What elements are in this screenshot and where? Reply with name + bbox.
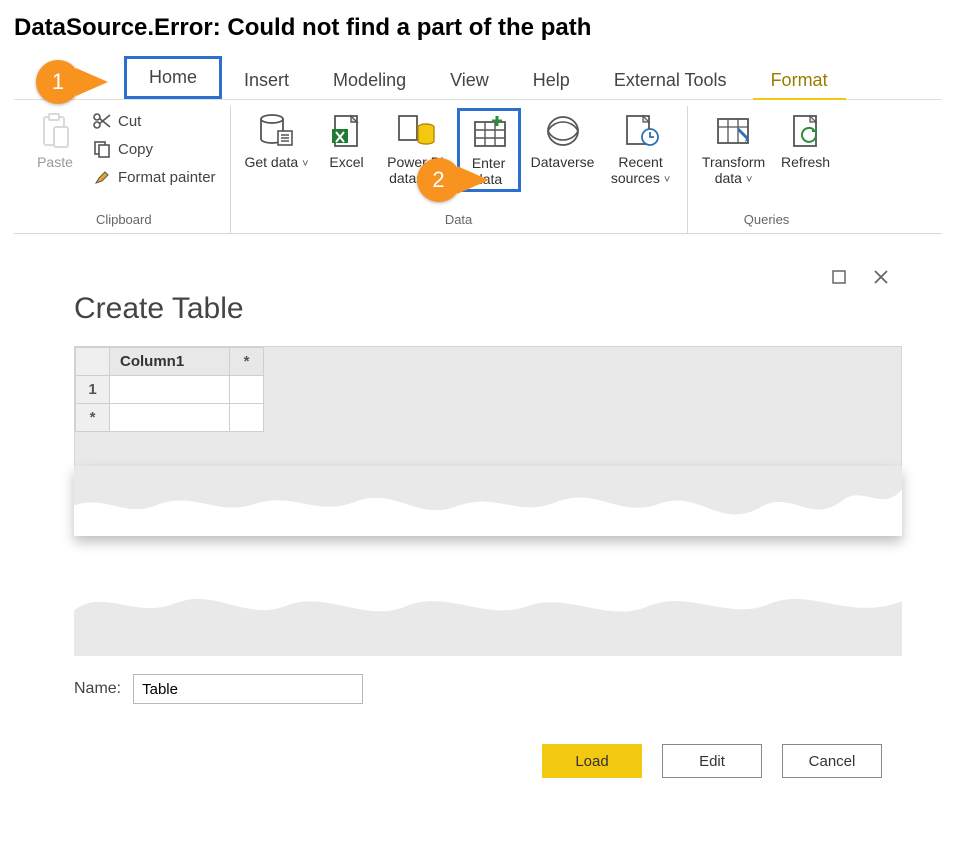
refresh-label: Refresh bbox=[781, 154, 830, 170]
cell-new-row[interactable] bbox=[110, 404, 230, 432]
corner-cell bbox=[76, 348, 110, 376]
tab-external-tools[interactable]: External Tools bbox=[592, 62, 749, 99]
cell-new-add bbox=[230, 404, 264, 432]
row-header-1: 1 bbox=[76, 376, 110, 404]
paintbrush-icon bbox=[92, 168, 112, 186]
torn-edge-top bbox=[74, 466, 902, 536]
tab-view[interactable]: View bbox=[428, 62, 511, 99]
paste-label: Paste bbox=[37, 154, 73, 170]
copy-label: Copy bbox=[118, 141, 153, 158]
maximize-button[interactable] bbox=[830, 268, 848, 286]
page-heading: DataSource.Error: Could not find a part … bbox=[14, 14, 942, 42]
callout-1: 1 bbox=[36, 60, 108, 104]
torn-edge-bottom bbox=[74, 576, 902, 656]
callout-2-bubble: 2 bbox=[417, 158, 461, 202]
name-label: Name: bbox=[74, 680, 121, 698]
transform-data-button[interactable]: Transform data bbox=[698, 108, 770, 187]
tab-home[interactable]: Home bbox=[124, 56, 222, 99]
tab-format[interactable]: Format bbox=[749, 62, 850, 99]
format-painter-label: Format painter bbox=[118, 169, 216, 186]
database-icon bbox=[257, 112, 297, 150]
ribbon-tabs: Home Insert Modeling View Help External … bbox=[14, 60, 942, 100]
group-data: 2 Get data Excel bbox=[231, 106, 688, 233]
group-clipboard-title: Clipboard bbox=[96, 208, 152, 233]
group-queries-title: Queries bbox=[744, 208, 790, 233]
callout-2: 2 bbox=[417, 158, 489, 202]
tab-insert[interactable]: Insert bbox=[222, 62, 311, 99]
paste-button[interactable]: Paste bbox=[28, 108, 82, 170]
enter-data-icon bbox=[469, 113, 509, 151]
callout-1-bubble: 1 bbox=[36, 60, 80, 104]
dataverse-label: Dataverse bbox=[531, 154, 595, 170]
edit-button[interactable]: Edit bbox=[662, 744, 762, 778]
get-data-label: Get data bbox=[244, 154, 308, 171]
cell-r1c1[interactable] bbox=[110, 376, 230, 404]
table-name-input[interactable] bbox=[133, 674, 363, 704]
load-button[interactable]: Load bbox=[542, 744, 642, 778]
recent-sources-label: Recent sources bbox=[605, 154, 677, 187]
cancel-button[interactable]: Cancel bbox=[782, 744, 882, 778]
cut-button[interactable]: Cut bbox=[88, 110, 220, 132]
excel-label: Excel bbox=[329, 154, 363, 170]
group-clipboard: Paste Cut Copy bbox=[18, 106, 231, 233]
excel-button[interactable]: Excel bbox=[319, 108, 375, 170]
add-row-cell[interactable]: * bbox=[76, 404, 110, 432]
format-painter-button[interactable]: Format painter bbox=[88, 166, 220, 188]
transform-icon bbox=[714, 112, 754, 150]
column-header-1[interactable]: Column1 bbox=[110, 348, 230, 376]
copy-button[interactable]: Copy bbox=[88, 138, 220, 160]
ribbon-body: Paste Cut Copy bbox=[14, 100, 942, 234]
group-data-title: Data bbox=[445, 208, 472, 233]
dataverse-icon bbox=[543, 112, 583, 150]
callout-1-tail bbox=[76, 68, 108, 96]
get-data-button[interactable]: Get data bbox=[241, 108, 313, 171]
add-column-cell[interactable]: * bbox=[230, 348, 264, 376]
powerbi-datasets-icon bbox=[396, 112, 436, 150]
group-queries: Transform data Refresh Queries bbox=[688, 106, 846, 233]
tab-modeling[interactable]: Modeling bbox=[311, 62, 428, 99]
torn-gap bbox=[74, 536, 902, 576]
close-button[interactable] bbox=[872, 268, 890, 286]
callout-2-tail bbox=[457, 166, 489, 194]
copy-icon bbox=[92, 140, 112, 158]
create-table-dialog: Create Table Column1 * 1 * bbox=[74, 268, 902, 778]
refresh-button[interactable]: Refresh bbox=[776, 108, 836, 170]
transform-data-label: Transform data bbox=[698, 154, 770, 187]
cut-label: Cut bbox=[118, 113, 141, 130]
cell-r1-add bbox=[230, 376, 264, 404]
paste-icon bbox=[35, 112, 75, 150]
recent-sources-button[interactable]: Recent sources bbox=[605, 108, 677, 187]
dataverse-button[interactable]: Dataverse bbox=[527, 108, 599, 170]
excel-icon bbox=[327, 112, 367, 150]
data-grid[interactable]: Column1 * 1 * bbox=[74, 346, 902, 476]
refresh-icon bbox=[786, 112, 826, 150]
recent-icon bbox=[621, 112, 661, 150]
scissors-icon bbox=[92, 112, 112, 130]
ribbon: 1 Home Insert Modeling View Help Externa… bbox=[14, 60, 942, 234]
tab-help[interactable]: Help bbox=[511, 62, 592, 99]
dialog-title: Create Table bbox=[74, 292, 902, 326]
